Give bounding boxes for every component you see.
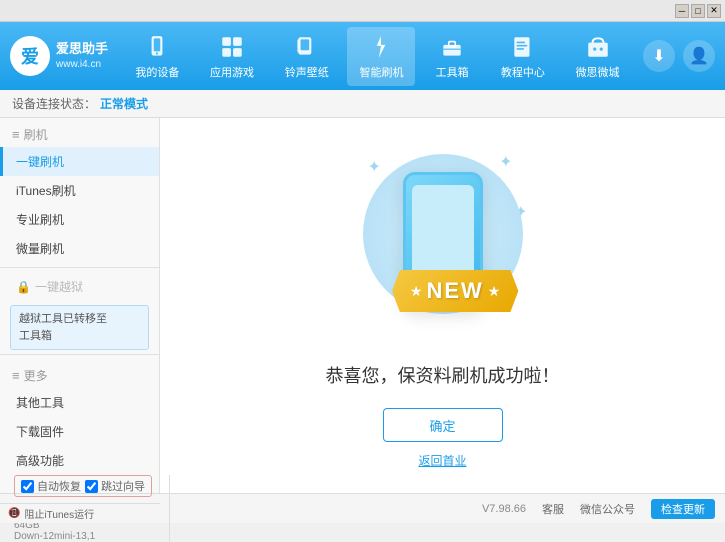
nav-my-device[interactable]: 我的设备: [123, 27, 191, 86]
sidebar-item-itunes-flash[interactable]: iTunes刷机: [0, 176, 159, 205]
ribbon-shape: ★ NEW ★: [392, 270, 518, 312]
sidebar-divider-2: [0, 354, 159, 355]
new-ribbon: ★ NEW ★: [392, 270, 518, 312]
main-layout: ≡ 刷机 一键刷机 iTunes刷机 专业刷机 微量刷机 🔒 一键越狱 越狱工具…: [0, 118, 725, 493]
apps-games-icon: [218, 33, 246, 61]
nav-bar: 我的设备 应用游戏 铃声壁纸: [120, 27, 635, 86]
version-label: V7.98.66: [482, 503, 526, 515]
sidebar-info-box: 越狱工具已转移至工具箱: [10, 305, 149, 350]
header-right: ⬇ 👤: [643, 40, 715, 72]
smart-flash-icon: [367, 33, 395, 61]
nav-my-device-label: 我的设备: [135, 64, 179, 80]
sidebar-item-pro-flash[interactable]: 专业刷机: [0, 205, 159, 234]
auto-restore-checkbox[interactable]: 自动恢复: [21, 478, 81, 494]
tutorial-icon: [509, 33, 537, 61]
header: 爱 爱思助手 www.i4.cn 我的设备: [0, 22, 725, 90]
itunes-label: 阻止iTunes运行: [24, 506, 94, 521]
sidebar: ≡ 刷机 一键刷机 iTunes刷机 专业刷机 微量刷机 🔒 一键越狱 越狱工具…: [0, 118, 160, 493]
nav-toolbox-label: 工具箱: [436, 64, 469, 80]
confirm-button[interactable]: 确定: [383, 408, 503, 442]
sidebar-item-one-key-flash[interactable]: 一键刷机: [0, 147, 159, 176]
status-bar: 设备连接状态： 正常模式: [0, 90, 725, 118]
user-button[interactable]: 👤: [683, 40, 715, 72]
success-illustration: ✦ ✦ ✦ ★ NEW ★: [343, 142, 543, 342]
skip-wizard-checkbox[interactable]: 跳过向导: [85, 478, 145, 494]
nav-tutorial[interactable]: 教程中心: [489, 27, 557, 86]
flash-section-label: 刷机: [24, 126, 48, 143]
status-label: 设备连接状态：: [12, 95, 96, 112]
wechat-link[interactable]: 微信公众号: [580, 501, 635, 517]
lock-icon: 🔒: [16, 280, 31, 294]
sidebar-divider-1: [0, 267, 159, 268]
content-area: ✦ ✦ ✦ ★ NEW ★ 恭喜您，保资料刷机成功啦！ 确定 返回首业: [160, 118, 725, 493]
flash-section-icon: ≡: [12, 127, 20, 142]
again-link[interactable]: 返回首业: [418, 452, 466, 469]
weidian-icon: [584, 33, 612, 61]
nav-smart-flash[interactable]: 智能刷机: [347, 27, 415, 86]
itunes-running-bar: 📵 阻止iTunes运行: [0, 503, 160, 523]
sidebar-item-download-firmware[interactable]: 下载固件: [0, 417, 159, 446]
success-message: 恭喜您，保资料刷机成功啦！: [326, 362, 560, 388]
logo-circle: 爱: [10, 36, 50, 76]
auto-restore-label: 自动恢复: [37, 478, 81, 494]
status-value: 正常模式: [100, 95, 148, 112]
nav-tutorial-label: 教程中心: [501, 64, 545, 80]
bottom-right: V7.98.66 客服 微信公众号 检查更新: [482, 499, 715, 519]
itunes-icon: 📵: [8, 508, 20, 519]
logo-area: 爱 爱思助手 www.i4.cn: [10, 36, 120, 76]
sidebar-item-other-tools[interactable]: 其他工具: [0, 388, 159, 417]
close-button[interactable]: ✕: [707, 4, 721, 18]
ringtones-icon: [293, 33, 321, 61]
more-section-icon: ≡: [12, 368, 20, 383]
nav-ringtones[interactable]: 铃声壁纸: [273, 27, 341, 86]
auto-restore-input[interactable]: [21, 480, 34, 493]
logo-icon: 爱: [21, 43, 39, 69]
maximize-button[interactable]: □: [691, 4, 705, 18]
sidebar-locked-jailbreak: 🔒 一键越狱: [0, 272, 159, 301]
logo-text: 爱思助手 www.i4.cn: [56, 41, 108, 71]
sidebar-item-micro-flash[interactable]: 微量刷机: [0, 234, 159, 263]
nav-weidian-label: 微思微城: [576, 64, 620, 80]
sidebar-section-more: ≡ 更多: [0, 359, 159, 388]
toolbox-icon: [438, 33, 466, 61]
skip-wizard-input[interactable]: [85, 480, 98, 493]
star-icon-right: ★: [488, 283, 501, 300]
check-update-button[interactable]: 检查更新: [651, 499, 715, 519]
ribbon-text: NEW: [426, 278, 483, 304]
brand-name: 爱思助手: [56, 41, 108, 58]
title-bar: ─ □ ✕: [0, 0, 725, 22]
nav-apps-games[interactable]: 应用游戏: [198, 27, 266, 86]
sparkle-icon-1: ✦: [368, 157, 381, 177]
my-device-icon: [143, 33, 171, 61]
window-controls[interactable]: ─ □ ✕: [675, 4, 721, 18]
nav-weidian[interactable]: 微思微城: [564, 27, 632, 86]
sparkle-icon-2: ✦: [499, 152, 512, 172]
device-model: Down-12mini-13,1: [14, 531, 99, 542]
customer-service-link[interactable]: 客服: [542, 501, 564, 517]
minimize-button[interactable]: ─: [675, 4, 689, 18]
nav-apps-label: 应用游戏: [210, 64, 254, 80]
more-section-label: 更多: [24, 367, 48, 384]
nav-ringtones-label: 铃声壁纸: [285, 64, 329, 80]
star-icon-left: ★: [410, 283, 423, 300]
nav-toolbox[interactable]: 工具箱: [422, 27, 482, 86]
brand-url: www.i4.cn: [56, 58, 108, 71]
sidebar-item-advanced[interactable]: 高级功能: [0, 446, 159, 475]
skip-wizard-label: 跳过向导: [101, 478, 145, 494]
nav-smart-flash-label: 智能刷机: [359, 64, 403, 80]
download-button[interactable]: ⬇: [643, 40, 675, 72]
sidebar-section-flash: ≡ 刷机: [0, 118, 159, 147]
